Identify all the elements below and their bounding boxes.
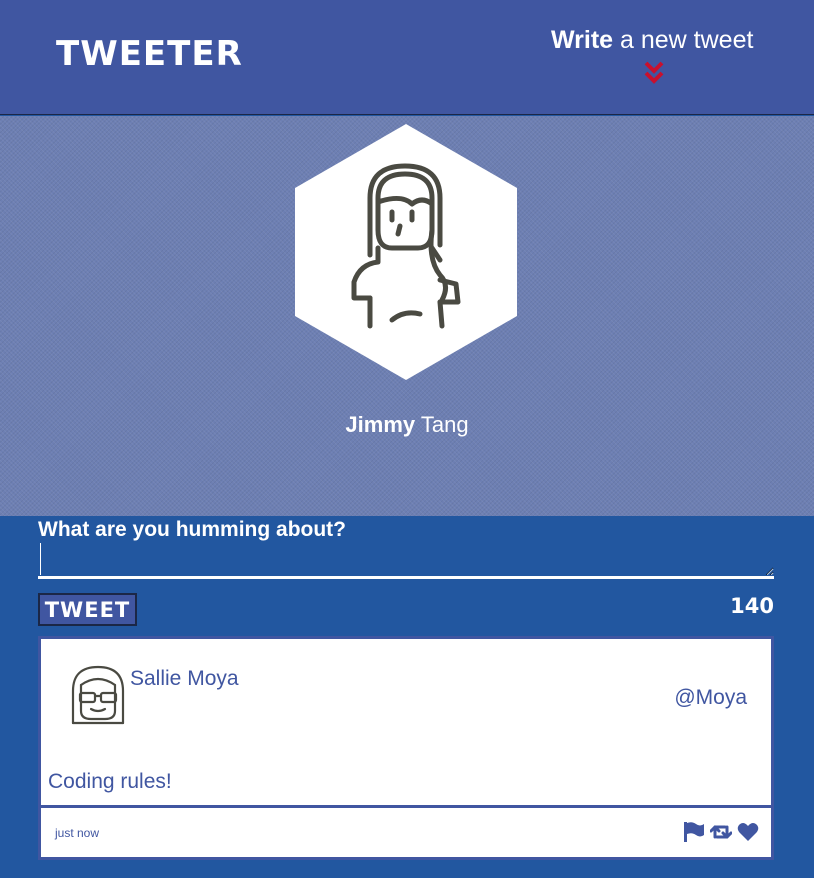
write-new-tweet-toggle[interactable]: Write a new tweet — [551, 26, 753, 55]
brand-logo[interactable]: TWEETER — [56, 34, 243, 74]
profile-last-name: Tang — [415, 412, 469, 437]
retweet-icon[interactable] — [709, 822, 733, 842]
write-label-bold: Write — [551, 26, 614, 54]
profile-name: Jimmy Tang — [0, 412, 814, 438]
tweet-timestamp: just now — [55, 826, 100, 840]
write-label-rest: a new tweet — [613, 26, 754, 54]
woman-avatar-icon — [351, 163, 461, 329]
compose-label: What are you humming about? — [38, 518, 346, 541]
heart-icon[interactable] — [737, 822, 759, 842]
tweet-footer: just now — [41, 805, 771, 857]
double-chevron-down-icon[interactable] — [643, 60, 665, 86]
text-caret — [40, 543, 41, 575]
tweet-author-name[interactable]: Sallie Moya — [130, 667, 239, 691]
tweet-card: Sallie Moya @Moya Coding rules! just now — [38, 636, 774, 860]
girl-with-glasses-avatar-icon — [71, 665, 125, 725]
tweet-text-input[interactable] — [38, 543, 774, 579]
profile-first-name: Jimmy — [345, 412, 416, 437]
profile-hero: Jimmy Tang — [0, 116, 814, 516]
compose-form: What are you humming about? — [38, 516, 774, 579]
tweet-button[interactable]: TWEET — [38, 593, 137, 626]
character-counter: 140 — [730, 594, 774, 618]
tweet-author-handle[interactable]: @Moya — [674, 686, 747, 710]
top-nav: TWEETER Write a new tweet — [0, 0, 814, 115]
flag-icon[interactable] — [683, 822, 705, 842]
tweet-text: Coding rules! — [48, 770, 172, 793]
tweet-actions — [683, 822, 759, 842]
